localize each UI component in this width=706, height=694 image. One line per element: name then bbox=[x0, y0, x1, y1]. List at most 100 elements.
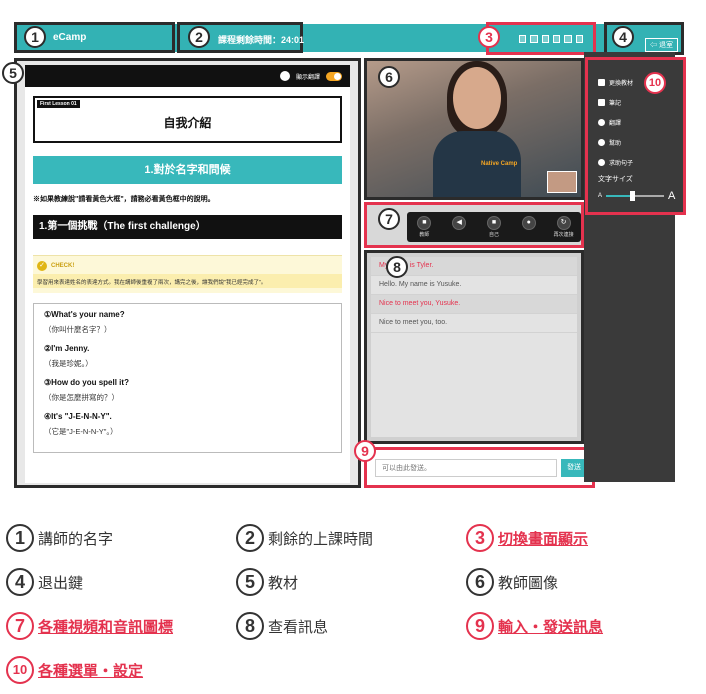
legend-number: 9 bbox=[466, 612, 494, 640]
camera-icon: ■ bbox=[417, 216, 432, 230]
lesson-title-box: First Lesson 01 自我介紹 bbox=[33, 96, 342, 143]
callout-9: 9 bbox=[354, 440, 376, 462]
material-header: 顯示翻譯 bbox=[25, 65, 350, 87]
legend-number: 4 bbox=[6, 568, 34, 596]
av-caption: 教師 bbox=[419, 232, 430, 238]
globe-icon[interactable] bbox=[279, 71, 290, 81]
check-icon: ✓ bbox=[37, 261, 47, 271]
dialog-zh: （你叫什麼名字？） bbox=[44, 325, 112, 334]
reconnect-button[interactable]: ↻ 再次連接 bbox=[553, 216, 575, 238]
dialog-en: ②I'm Jenny. bbox=[44, 344, 90, 353]
exit-label: 退室 bbox=[658, 42, 673, 49]
layout-switcher bbox=[486, 22, 596, 55]
callout-7: 7 bbox=[378, 208, 400, 230]
legend-item: 7 各種視頻和音訊圖標 bbox=[6, 612, 173, 640]
menu-change-material[interactable]: 更換教材 bbox=[598, 72, 683, 92]
layout-option-2-icon[interactable] bbox=[530, 34, 538, 43]
chat-input[interactable] bbox=[375, 459, 557, 477]
legend-item: 1 講師的名字 bbox=[6, 524, 113, 552]
chat-input-area: 發送 bbox=[364, 447, 595, 488]
microphone-button[interactable]: ● bbox=[518, 216, 540, 231]
dialog-zh: （我是珍妮。） bbox=[44, 359, 93, 368]
layout-option-4-icon[interactable] bbox=[553, 34, 561, 43]
teacher-camera-button[interactable]: ■ 教師 bbox=[413, 216, 435, 238]
callout-6: 6 bbox=[378, 66, 400, 88]
legend-number: 10 bbox=[6, 656, 34, 684]
legend-text[interactable]: 輸入・發送訊息 bbox=[498, 616, 603, 637]
layout-option-6-icon[interactable] bbox=[575, 34, 583, 43]
legend-item: 6 教師圖像 bbox=[466, 568, 558, 596]
legend-item: 10 各種選單・設定 bbox=[6, 656, 143, 684]
dialog-line: ②I'm Jenny. （我是珍妮。） bbox=[44, 344, 341, 369]
reconnect-icon: ↻ bbox=[556, 216, 571, 230]
font-size-big-label: A bbox=[668, 190, 676, 202]
callout-1: 1 bbox=[24, 26, 46, 48]
dialog-zh: （你是怎麼拼寫的？） bbox=[44, 393, 119, 402]
callout-8: 8 bbox=[386, 256, 408, 278]
font-size-slider-thumb[interactable] bbox=[630, 191, 636, 201]
layout-option-3-icon[interactable] bbox=[541, 34, 550, 43]
teacher-face bbox=[453, 67, 501, 129]
note-icon bbox=[598, 98, 605, 106]
menu-translate[interactable]: 翻譯 bbox=[598, 112, 683, 132]
font-size-slider-fill bbox=[606, 195, 633, 197]
legend-number: 2 bbox=[236, 524, 264, 552]
dialog-en: ③How do you spell it? bbox=[44, 378, 129, 387]
callout-4: 4 bbox=[612, 26, 634, 48]
section-heading-1: 1.對於名字和問候 bbox=[33, 156, 342, 184]
translate-label: 顯示翻譯 bbox=[295, 74, 320, 81]
menu-help[interactable]: 幫助 bbox=[598, 132, 683, 152]
av-caption: 自己 bbox=[488, 232, 499, 238]
legend-text[interactable]: 切換畫面顯示 bbox=[498, 528, 588, 549]
settings-menu: 更換教材 筆記 翻譯 幫助 求助句子 文字サイズ A A bbox=[585, 57, 686, 215]
check-text: 學習用來表達姓名的表達方式。我在講師後重複了兩次，講完之後，讓我們說"我已經完成… bbox=[33, 274, 342, 288]
legend-number: 6 bbox=[466, 568, 494, 596]
translate-toggle[interactable] bbox=[326, 71, 342, 81]
menu-help-phrases[interactable]: 求助句子 bbox=[598, 152, 683, 172]
callout-5: 5 bbox=[2, 62, 24, 84]
self-video-preview bbox=[547, 171, 577, 193]
help-icon bbox=[598, 138, 605, 146]
legend: 1 講師的名字 2 剩餘的上課時間 3 切換畫面顯示 4 退出鍵 5 教材 6 … bbox=[0, 520, 706, 694]
legend-text[interactable]: 各種選單・設定 bbox=[38, 660, 143, 681]
yellow-box-note: ※如果教練說"請看黃色大框"，請務必看黃色框中的說明。 bbox=[33, 196, 215, 203]
callout-3: 3 bbox=[478, 26, 500, 48]
menu-label: 求助句子 bbox=[609, 160, 634, 167]
exit-button[interactable]: ⇦ 退室 bbox=[645, 38, 678, 52]
check-box: ✓ CHECK! 學習用來表達姓名的表達方式。我在講師後重複了兩次，講完之後，讓… bbox=[33, 255, 342, 293]
font-size-slider[interactable] bbox=[606, 191, 665, 201]
legend-number: 5 bbox=[236, 568, 264, 596]
legend-text: 查看訊息 bbox=[268, 618, 329, 636]
av-control-bar: ■ 教師 ◀ ■ 自己 ● ↻ 再次連接 bbox=[407, 212, 581, 242]
chat-message-list[interactable]: My name is Tyler. Hello. My name is Yusu… bbox=[371, 257, 577, 437]
speaker-icon: ◀ bbox=[452, 216, 467, 230]
font-size-label: 文字サイズ bbox=[598, 176, 633, 183]
legend-item: 2 剩餘的上課時間 bbox=[236, 524, 373, 552]
speaker-button[interactable]: ◀ bbox=[448, 216, 470, 231]
chat-message: Nice to meet you, Yusuke. bbox=[371, 295, 577, 314]
dialog-en: ④It's "J-E-N-N-Y". bbox=[44, 412, 112, 421]
callout-10: 10 bbox=[644, 72, 666, 94]
legend-number: 3 bbox=[466, 524, 494, 552]
material-content[interactable]: 顯示翻譯 First Lesson 01 自我介紹 1.對於名字和問候 ※如果教… bbox=[25, 65, 350, 483]
layout-option-5-icon[interactable] bbox=[564, 34, 572, 43]
menu-label: 翻譯 bbox=[609, 120, 622, 127]
dialog-zh: （它是"J-E-N-N-Y"。） bbox=[44, 427, 118, 436]
legend-item: 3 切換畫面顯示 bbox=[466, 524, 588, 552]
layout-option-1-icon[interactable] bbox=[519, 34, 527, 43]
self-camera-button[interactable]: ■ 自己 bbox=[483, 216, 505, 238]
book-icon bbox=[598, 78, 605, 86]
legend-number: 7 bbox=[6, 612, 34, 640]
menu-label: 幫助 bbox=[609, 140, 622, 147]
menu-notes[interactable]: 筆記 bbox=[598, 92, 683, 112]
teacher-image: Native Camp bbox=[431, 61, 523, 197]
menu-label: 更換教材 bbox=[609, 80, 634, 87]
legend-text: 教材 bbox=[268, 574, 299, 592]
font-size-small-label: A bbox=[598, 193, 603, 199]
legend-text: 講師的名字 bbox=[38, 530, 114, 548]
callout-2: 2 bbox=[188, 26, 210, 48]
translate-icon bbox=[598, 118, 605, 126]
legend-text[interactable]: 各種視頻和音訊圖標 bbox=[38, 616, 173, 637]
remaining-time: 課程剩餘時間：24:01 bbox=[218, 35, 305, 45]
dialog-en: ①What's your name? bbox=[44, 310, 125, 319]
